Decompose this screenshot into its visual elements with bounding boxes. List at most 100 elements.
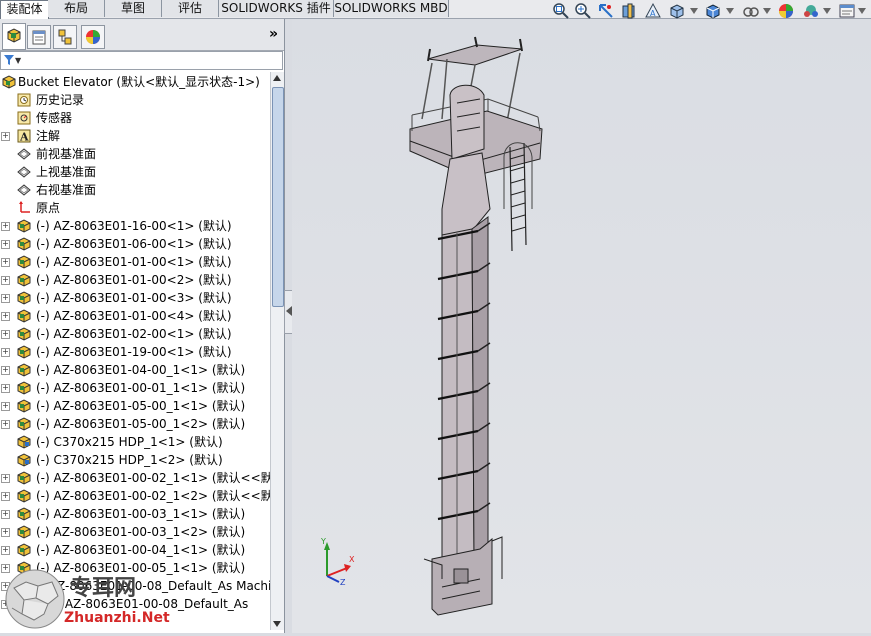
- previous-view-icon[interactable]: [597, 2, 615, 20]
- filter-dropdown-icon[interactable]: ▼: [15, 52, 21, 69]
- tree-item-label: (-) AZ-8063E01-19-00<1> (默认): [36, 345, 232, 359]
- tree-item[interactable]: + (-) AZ-8063E01-04-00_1<1> (默认): [0, 361, 270, 379]
- tree-item[interactable]: 原点: [0, 199, 270, 217]
- tab-assembly[interactable]: 装配体: [0, 0, 49, 19]
- expand-toggle-icon[interactable]: +: [1, 420, 10, 429]
- tree-scrollbar[interactable]: [270, 72, 284, 630]
- display-style-icon[interactable]: [704, 2, 722, 20]
- expand-toggle-icon[interactable]: +: [1, 366, 10, 375]
- scroll-down-icon[interactable]: [273, 621, 281, 627]
- tab-evaluate[interactable]: 评估: [162, 0, 219, 17]
- scrollbar-thumb[interactable]: [272, 87, 284, 307]
- triad-x-label: X: [349, 555, 355, 564]
- expand-toggle-icon[interactable]: +: [1, 222, 10, 231]
- sensor-icon: [17, 111, 31, 125]
- expand-toggle-icon[interactable]: +: [1, 258, 10, 267]
- expand-toggle-icon[interactable]: +: [1, 330, 10, 339]
- tree-item[interactable]: + (-) AZ-8063E01-00-02_1<2> (默认<<默认: [0, 487, 270, 505]
- propertymanager-tab[interactable]: [27, 25, 51, 49]
- tree-item[interactable]: 上视基准面: [0, 163, 270, 181]
- expand-toggle-icon[interactable]: +: [1, 294, 10, 303]
- tree-item[interactable]: + (-) AZ-8063E01-01-00<1> (默认): [0, 253, 270, 271]
- tree-item[interactable]: + (-) AZ-8063E01-06-00<1> (默认): [0, 235, 270, 253]
- tree-item[interactable]: 历史记录: [0, 91, 270, 109]
- view-settings-dropdown-icon[interactable]: [858, 8, 866, 14]
- view-orientation-icon[interactable]: [668, 2, 686, 20]
- tree-item-label: (-) C370x215 HDP_1<1> (默认): [36, 435, 223, 449]
- tree-item[interactable]: + (-) AZ-8063E01-00-03_1<1> (默认): [0, 505, 270, 523]
- subassembly-icon: [17, 345, 31, 359]
- tree-item-label: (-) AZ-8063E01-01-00<1> (默认): [36, 255, 232, 269]
- subassembly-icon: [17, 273, 31, 287]
- expand-toggle-icon[interactable]: +: [1, 546, 10, 555]
- tree-item[interactable]: + (-) AZ-8063E01-01-00<3> (默认): [0, 289, 270, 307]
- tree-item-label: 前视基准面: [36, 147, 97, 161]
- zoom-area-icon[interactable]: [574, 2, 592, 20]
- edit-appearance-icon[interactable]: [777, 2, 795, 20]
- expand-toggle-icon[interactable]: +: [1, 510, 10, 519]
- expand-toggle-icon[interactable]: +: [1, 384, 10, 393]
- displaymanager-tab[interactable]: [81, 25, 105, 49]
- dynamic-annotation-icon[interactable]: A: [644, 2, 662, 20]
- expand-toggle-icon[interactable]: +: [1, 402, 10, 411]
- tree-item[interactable]: + A 注解: [0, 127, 270, 145]
- tree-item[interactable]: (-) C370x215 HDP_1<1> (默认): [0, 433, 270, 451]
- section-view-icon[interactable]: [620, 2, 638, 20]
- expand-toggle-icon[interactable]: +: [1, 474, 10, 483]
- tree-item[interactable]: + (-) AZ-8063E01-19-00<1> (默认): [0, 343, 270, 361]
- tree-item-label: 历史记录: [36, 93, 85, 107]
- tree-item[interactable]: 前视基准面: [0, 145, 270, 163]
- tree-root[interactable]: Bucket Elevator (默认<默认_显示状态-1>): [0, 73, 270, 91]
- tree-item-label: (-) AZ-8063E01-05-00_1<1> (默认): [36, 399, 246, 413]
- propertymanager-icon: [32, 30, 46, 45]
- tree-item[interactable]: (-) C370x215 HDP_1<2> (默认): [0, 451, 270, 469]
- display-style-dropdown-icon[interactable]: [726, 8, 734, 14]
- expand-toggle-icon[interactable]: +: [1, 312, 10, 321]
- apply-scene-icon[interactable]: [802, 2, 820, 20]
- hide-show-icon[interactable]: [742, 2, 760, 20]
- tree-filter-field[interactable]: ▼: [0, 51, 283, 70]
- tree-item[interactable]: + (-) AZ-8063E01-05-00_1<2> (默认): [0, 415, 270, 433]
- tree-item[interactable]: + (-) AZ-8063E01-05-00_1<1> (默认): [0, 397, 270, 415]
- subassembly-icon: [17, 291, 31, 305]
- tree-item[interactable]: + (-) AZ-8063E01-00-02_1<1> (默认<<默认: [0, 469, 270, 487]
- configurationmanager-tab[interactable]: [53, 25, 77, 49]
- bucket-elevator-model[interactable]: [292, 19, 871, 633]
- graphics-area[interactable]: Y X Z: [292, 19, 871, 633]
- scene-dropdown-icon[interactable]: [823, 8, 831, 14]
- tab-solidworks-addins[interactable]: SOLIDWORKS 插件: [219, 0, 334, 17]
- subassembly-icon: [17, 219, 31, 233]
- hide-show-dropdown-icon[interactable]: [763, 8, 771, 14]
- subassembly-icon: [17, 255, 31, 269]
- expand-toggle-icon[interactable]: +: [1, 276, 10, 285]
- tab-sketch[interactable]: 草图: [105, 0, 162, 17]
- expand-toggle-icon[interactable]: +: [1, 528, 10, 537]
- expand-toggle-icon[interactable]: +: [1, 492, 10, 501]
- tree-item[interactable]: + (-) AZ-8063E01-00-03_1<2> (默认): [0, 523, 270, 541]
- zoom-to-fit-icon[interactable]: [552, 2, 570, 20]
- tree-item[interactable]: 右视基准面: [0, 181, 270, 199]
- tree-item[interactable]: + (-) AZ-8063E01-01-00<4> (默认): [0, 307, 270, 325]
- filter-icon: [4, 55, 14, 65]
- expand-toggle-icon[interactable]: +: [1, 132, 10, 141]
- scroll-up-icon[interactable]: [273, 75, 281, 81]
- tree-item[interactable]: + (-) AZ-8063E01-16-00<1> (默认): [0, 217, 270, 235]
- tab-solidworks-mbd[interactable]: SOLIDWORKS MBD: [334, 0, 449, 17]
- tree-item-label: (-) AZ-8063E01-01-00<4> (默认): [36, 309, 232, 323]
- tree-item[interactable]: + (-) AZ-8063E01-00-04_1<1> (默认): [0, 541, 270, 559]
- watermark-ball-logo: [5, 569, 65, 629]
- tree-item[interactable]: + (-) AZ-8063E01-01-00<2> (默认): [0, 271, 270, 289]
- view-settings-icon[interactable]: [838, 2, 856, 20]
- expand-toggle-icon[interactable]: +: [1, 348, 10, 357]
- expand-toggle-icon[interactable]: +: [1, 240, 10, 249]
- subassembly-icon: [17, 381, 31, 395]
- tab-layout[interactable]: 布局: [48, 0, 105, 17]
- tree-item[interactable]: 传感器: [0, 109, 270, 127]
- expand-panel-icon[interactable]: »: [269, 26, 278, 42]
- featuremanager-tab[interactable]: [2, 23, 26, 50]
- tree-item-label: (-) C370x215 HDP_1<2> (默认): [36, 453, 223, 467]
- tree-item[interactable]: + (-) AZ-8063E01-02-00<1> (默认): [0, 325, 270, 343]
- subassembly-icon: [17, 399, 31, 413]
- view-orientation-dropdown-icon[interactable]: [690, 8, 698, 14]
- tree-item[interactable]: + (-) AZ-8063E01-00-01_1<1> (默认): [0, 379, 270, 397]
